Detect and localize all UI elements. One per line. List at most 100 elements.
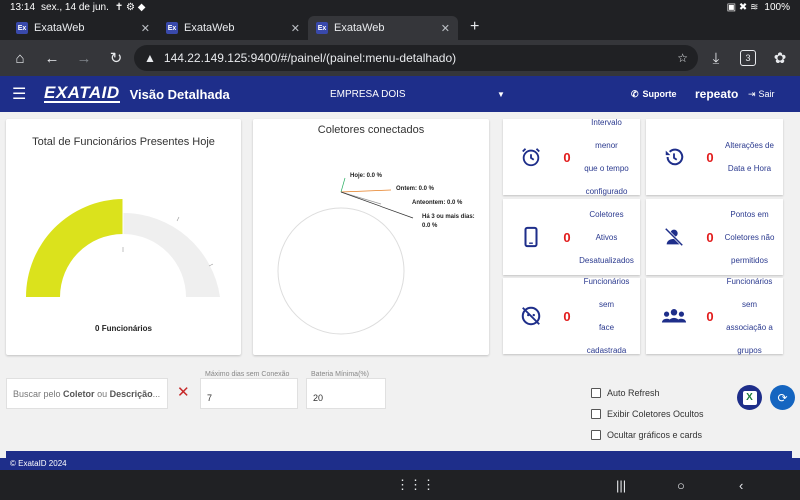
face-off-icon	[511, 305, 551, 327]
support-link[interactable]: ✆ Suporte	[631, 89, 677, 100]
battery-level: 100%	[764, 1, 790, 13]
close-tab-icon[interactable]: ✕	[141, 22, 150, 35]
favicon-icon: Ex	[16, 22, 28, 34]
gauge-tick	[176, 216, 180, 222]
stat-card-unallowed-punches[interactable]: 0 Pontos em Coletores não permitidos	[646, 199, 783, 275]
stat-label-line: Intervalo menor	[591, 118, 622, 150]
pie-label-3-days-value: 0.0 %	[422, 223, 438, 229]
url-text: 144.22.149.125:9400/#/painel/(painel:men…	[163, 51, 457, 65]
user-name: repeato	[695, 87, 739, 101]
stat-label-line: Coletores não	[724, 232, 775, 242]
pie-label-today: Hoje: 0.0 %	[350, 173, 383, 179]
status-date: sex., 14 de jun.	[41, 1, 109, 13]
options-checkboxes: Auto Refresh Exibir Coletores Ocultos Oc…	[591, 382, 704, 445]
groups-icon	[654, 305, 694, 327]
wifi-icon: ▣ ✖ ≋	[726, 1, 759, 13]
checkbox-label: Exibir Coletores Ocultos	[607, 408, 704, 419]
page-title: Visão Detalhada	[129, 86, 230, 102]
stat-label-line: que o tempo	[584, 164, 629, 173]
stat-label-line: associação a	[726, 323, 773, 332]
extension-icon[interactable]: ✿	[766, 44, 794, 72]
checkbox[interactable]	[591, 429, 601, 440]
chevron-down-icon[interactable]: ▼	[497, 90, 505, 99]
pie-label-yesterday: Ontem: 0.0 %	[396, 186, 435, 192]
export-excel-button[interactable]: X	[737, 385, 762, 410]
card-title: Coletores conectados	[317, 124, 425, 136]
max-days-value: 7	[207, 393, 213, 403]
stat-label-line: Funcionários sem	[583, 277, 630, 309]
stat-card-date-changes[interactable]: 0 Alterações de Data e Hora	[646, 119, 783, 195]
new-tab-icon[interactable]: +	[458, 18, 491, 40]
logout-button[interactable]: ⇥ Sair	[748, 89, 775, 100]
max-days-field[interactable]: Máximo dias sem Conexão 7	[200, 371, 298, 409]
show-hidden-collectors-checkbox[interactable]: Exibir Coletores Ocultos	[591, 403, 704, 424]
employees-gauge	[26, 199, 220, 297]
back-icon[interactable]: ←	[38, 44, 66, 72]
forward-icon[interactable]: →	[70, 44, 98, 72]
tab-title: ExataWeb	[184, 22, 235, 34]
search-placeholder: ...	[152, 388, 161, 399]
close-tab-icon[interactable]: ✕	[291, 22, 300, 35]
stat-label: Coletores Ativos Desatualizados	[579, 203, 640, 272]
search-input[interactable]: Buscar pelo Coletor ou Descrição...	[6, 378, 168, 409]
site-info-icon[interactable]: ▲	[144, 51, 156, 65]
recent-apps-icon[interactable]: |||	[616, 478, 626, 493]
hide-charts-checkbox[interactable]: Ocultar gráficos e cards	[591, 424, 704, 445]
address-bar[interactable]: ▲ 144.22.149.125:9400/#/painel/(painel:m…	[134, 45, 698, 71]
home-nav-icon[interactable]: ○	[677, 478, 685, 493]
stat-label: Alterações de Data e Hora	[722, 134, 783, 180]
excel-icon: X	[742, 390, 757, 405]
stat-label-line: Desatualizados	[579, 255, 634, 265]
stat-card-no-group[interactable]: 0 Funcionários sem associação a grupos	[646, 277, 783, 355]
stat-card-no-face[interactable]: 0 Funcionários sem face cadastrada	[503, 277, 640, 355]
stat-card-interval[interactable]: 0 Intervalo menor que o tempo configurad…	[503, 118, 640, 196]
search-placeholder: Buscar pelo	[13, 388, 61, 399]
back-nav-icon[interactable]: ‹	[739, 478, 743, 493]
app-header: ☰ EXATAID Visão Detalhada EMPRESA DOIS ▼…	[0, 76, 800, 112]
min-battery-value: 20	[313, 393, 324, 403]
alarm-icon	[511, 146, 551, 168]
history-icon	[654, 146, 694, 168]
stat-label-line: Coletores Ativos	[589, 209, 624, 242]
company-select[interactable]: EMPRESA DOIS	[330, 89, 406, 100]
tab-switcher-button[interactable]: 3	[734, 44, 762, 72]
checkbox-label: Ocultar gráficos e cards	[607, 429, 703, 440]
card-title: Total de Funcionários Presentes Hoje	[32, 136, 215, 148]
pie-label-day-before: Anteontem: 0.0 %	[412, 200, 463, 206]
pie-label-3-days: Há 3 ou mais dias:	[422, 214, 475, 220]
whatsapp-icon: ✆	[631, 88, 639, 99]
checkbox-label: Auto Refresh	[607, 387, 660, 398]
download-icon[interactable]: ⤓	[702, 44, 730, 72]
browser-tab[interactable]: Ex ExataWeb ✕	[158, 16, 308, 40]
stat-value: 0	[563, 308, 571, 324]
stat-label: Intervalo menor que o tempo configurado	[579, 111, 640, 203]
min-battery-field[interactable]: Bateria Mínima(%) 20	[306, 371, 386, 409]
stat-label-line: Data e Hora	[727, 164, 772, 173]
close-tab-icon[interactable]: ✕	[441, 22, 450, 35]
browser-tab[interactable]: Ex ExataWeb ✕	[8, 16, 158, 40]
footer: © ExataID 2024	[0, 458, 800, 470]
refresh-icon: ⟳	[777, 390, 788, 405]
tab-title: ExataWeb	[334, 22, 385, 34]
employees-present-card: Total de Funcionários Presentes Hoje 0 F…	[6, 119, 241, 355]
stat-value: 0	[563, 229, 571, 245]
refresh-button[interactable]: ⟳	[770, 385, 795, 410]
clear-search-icon[interactable]: ✕	[177, 383, 190, 401]
bookmark-star-icon[interactable]: ☆	[677, 51, 688, 65]
search-placeholder-bold: Descrição	[109, 388, 153, 399]
gauge-fill	[26, 199, 123, 297]
checkbox[interactable]	[591, 387, 601, 398]
pie-outline	[277, 207, 405, 335]
app-drawer-icon[interactable]: ⋮⋮⋮	[396, 477, 435, 493]
home-icon[interactable]: ⌂	[6, 44, 34, 72]
favicon-icon: Ex	[166, 22, 178, 34]
browser-tab-active[interactable]: Ex ExataWeb ✕	[308, 16, 458, 40]
reload-icon[interactable]: ↻	[102, 44, 130, 72]
browser-toolbar: ⌂ ← → ↻ ▲ 144.22.149.125:9400/#/painel/(…	[0, 40, 800, 76]
stat-card-outdated-collectors[interactable]: 0 Coletores Ativos Desatualizados	[503, 199, 640, 275]
checkbox[interactable]	[591, 408, 601, 419]
auto-refresh-checkbox[interactable]: Auto Refresh	[591, 382, 704, 403]
search-placeholder: ou	[97, 388, 108, 399]
hamburger-menu-icon[interactable]: ☰	[12, 84, 34, 104]
stat-label: Pontos em Coletores não permitidos	[722, 203, 783, 272]
